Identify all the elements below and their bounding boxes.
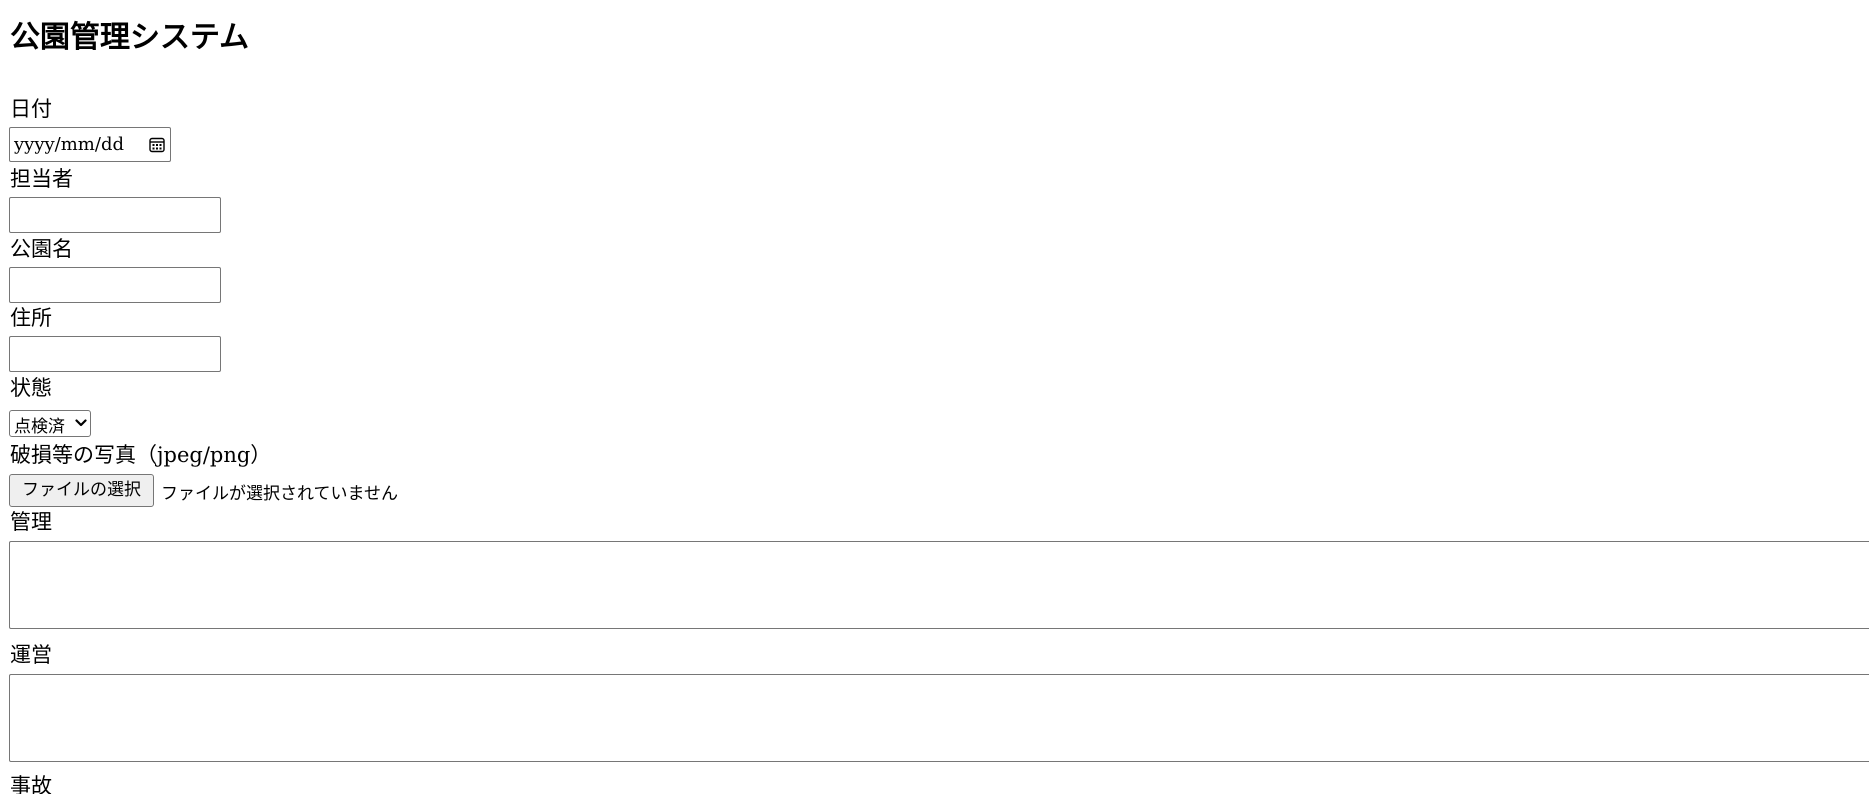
park-name-input[interactable] <box>9 267 221 303</box>
management-textarea[interactable] <box>9 541 1869 629</box>
photo-label: 破損等の写真（jpeg/png） <box>10 443 272 467</box>
choose-file-button[interactable]: ファイルの選択 <box>9 474 154 507</box>
status-label: 状態 <box>10 376 52 400</box>
page-title: 公園管理システム <box>10 20 250 55</box>
date-placeholder: yyyy/mm/dd <box>14 134 124 155</box>
person-in-charge-input[interactable] <box>9 197 221 233</box>
status-select[interactable]: 点検済 <box>9 410 91 437</box>
date-input[interactable]: yyyy/mm/dd <box>9 127 171 162</box>
address-label: 住所 <box>10 306 52 330</box>
file-status-text: ファイルが選択されていません <box>161 484 398 504</box>
calendar-icon[interactable] <box>149 136 165 153</box>
management-label: 管理 <box>10 510 52 534</box>
address-input[interactable] <box>9 336 221 372</box>
person-in-charge-label: 担当者 <box>10 167 73 191</box>
operation-textarea[interactable] <box>9 674 1869 762</box>
park-name-label: 公園名 <box>10 237 73 261</box>
date-label: 日付 <box>10 97 52 121</box>
status-selected-value: 点検済 <box>14 417 65 437</box>
operation-label: 運営 <box>10 643 52 667</box>
accident-label: 事故 <box>10 774 52 794</box>
chevron-down-icon <box>75 419 87 427</box>
